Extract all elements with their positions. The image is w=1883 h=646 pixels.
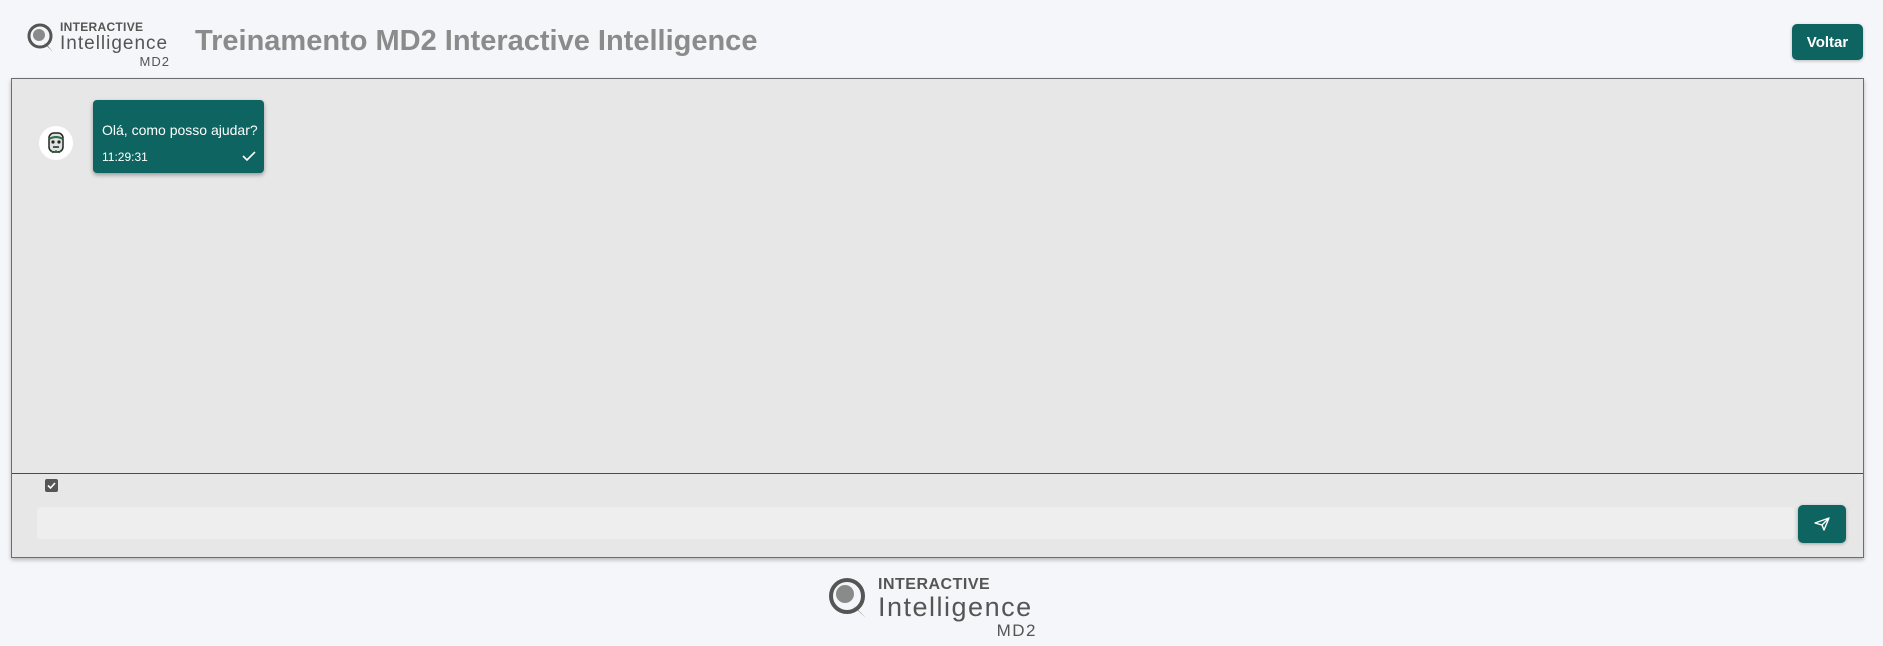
logo-text-interactive: INTERACTIVE	[60, 20, 144, 34]
header-logo: INTERACTIVE Intelligence MD2	[27, 19, 173, 69]
chat-panel: Olá, como posso ajudar? 11:29:31	[11, 78, 1864, 558]
message-input[interactable]	[37, 507, 1794, 539]
robot-face-icon	[48, 132, 64, 154]
checkbox-check-icon	[47, 482, 56, 490]
logo-mark-icon	[27, 23, 53, 52]
header: INTERACTIVE Intelligence MD2 Treinamento…	[0, 0, 1883, 80]
check-icon	[242, 151, 256, 162]
message-time: 11:29:31	[102, 150, 148, 164]
footer-text-md2: MD2	[996, 621, 1037, 640]
logo-mark-icon	[829, 578, 866, 618]
footer-text-intelligence: Intelligence	[878, 592, 1033, 622]
message-bubble: Olá, como posso ajudar? 11:29:31	[93, 100, 264, 173]
messages-area[interactable]: Olá, como posso ajudar? 11:29:31	[12, 79, 1863, 474]
logo-text-md2: MD2	[139, 54, 170, 69]
logo-text-intelligence: Intelligence	[60, 33, 169, 54]
option-checkbox[interactable]	[45, 479, 58, 492]
page-title: Treinamento MD2 Interactive Intelligence	[195, 25, 758, 57]
back-button[interactable]: Voltar	[1792, 24, 1863, 60]
footer-logo: INTERACTIVE Intelligence MD2	[828, 573, 1040, 641]
bot-avatar	[39, 126, 73, 160]
message-text: Olá, como posso ajudar?	[102, 122, 258, 138]
send-button[interactable]	[1798, 505, 1846, 543]
send-icon	[1814, 517, 1830, 531]
